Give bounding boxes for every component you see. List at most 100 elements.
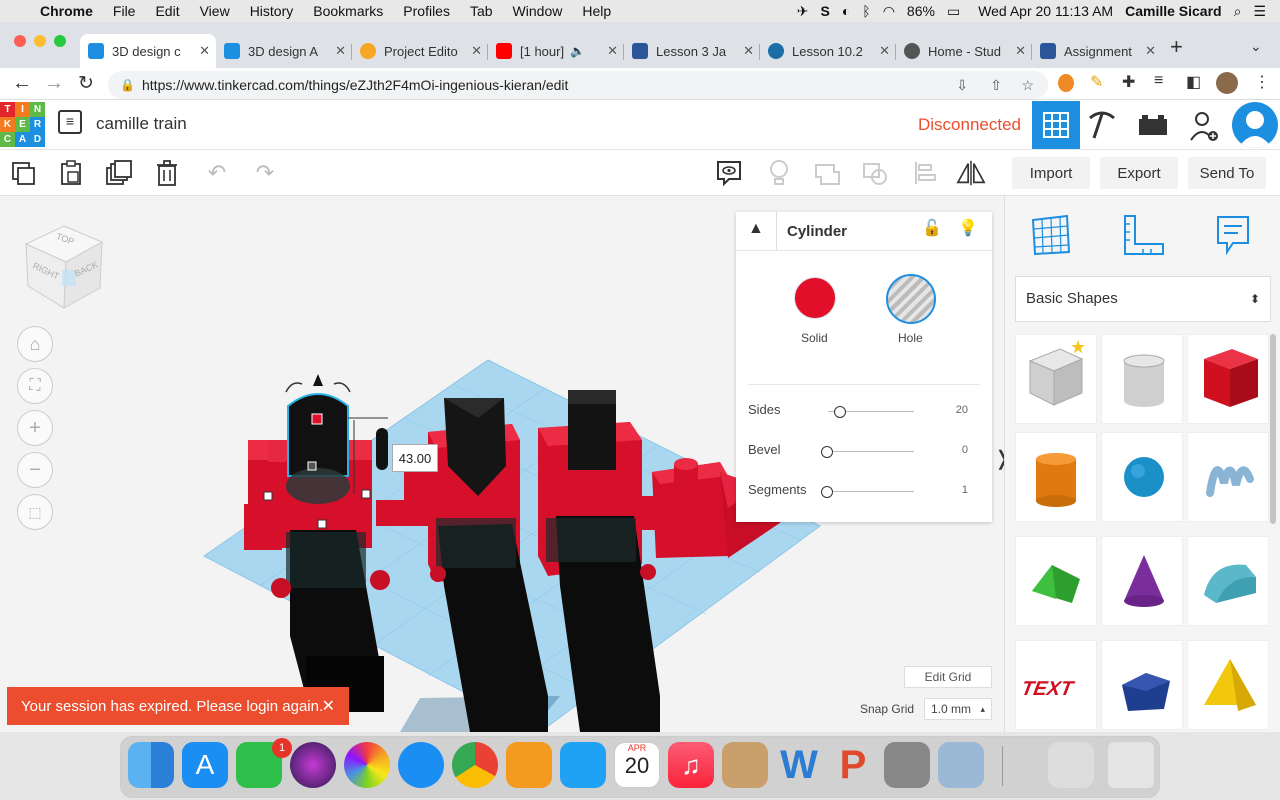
shape-scribble[interactable] — [1187, 432, 1269, 522]
menu-profiles[interactable]: Profiles — [403, 3, 450, 19]
align-button[interactable] — [910, 158, 940, 188]
rocket-icon[interactable]: ✈ — [797, 3, 809, 20]
reload-icon[interactable]: ↻ — [78, 72, 94, 95]
shape-box[interactable] — [1187, 334, 1269, 424]
show-hide-lightbulb-icon[interactable]: 💡 — [958, 218, 978, 238]
bookmark-star-icon[interactable]: ☆ — [1021, 71, 1034, 99]
word-icon[interactable]: W — [776, 742, 822, 788]
siri-icon[interactable] — [290, 742, 336, 788]
favorite-star-icon[interactable]: ★ — [1070, 337, 1086, 358]
redo-button[interactable]: ↷ — [250, 158, 280, 188]
mirror-button[interactable] — [956, 158, 986, 188]
tab-project-editor[interactable]: Project Edito ✕ — [352, 34, 488, 68]
3d-view-button[interactable] — [1032, 101, 1080, 149]
bevel-slider-knob[interactable] — [821, 446, 833, 458]
ortho-view-button[interactable]: ⬚ — [17, 494, 53, 530]
preview-icon[interactable] — [938, 742, 984, 788]
shape-pyramid[interactable] — [1187, 640, 1269, 730]
new-tab-button[interactable]: + — [1170, 34, 1183, 60]
notes-tool-button[interactable] — [1215, 214, 1253, 256]
spotlight-icon[interactable]: ⌕ — [1234, 3, 1242, 20]
profile-avatar[interactable] — [1216, 72, 1238, 94]
minimize-window-button[interactable] — [34, 35, 46, 47]
menu-help[interactable]: Help — [582, 3, 611, 19]
shape-category-select[interactable]: Basic Shapes ⬍ — [1015, 276, 1271, 322]
music-icon[interactable]: ♫ — [668, 742, 714, 788]
tab-lesson-10[interactable]: Lesson 10.2 ✕ — [760, 34, 896, 68]
shape-roof[interactable] — [1015, 536, 1097, 626]
wifi-icon[interactable]: ◠ — [883, 3, 895, 20]
menu-view[interactable]: View — [200, 3, 230, 19]
sides-slider-knob[interactable] — [834, 406, 846, 418]
show-all-button[interactable] — [764, 158, 794, 188]
bevel-value[interactable]: 0 — [962, 444, 968, 456]
blocks-button[interactable] — [1086, 110, 1122, 140]
toast-close-icon[interactable]: ✕ — [322, 696, 335, 716]
control-center-icon[interactable]: ☰ — [1253, 3, 1266, 20]
moon-icon[interactable]: ◐ — [842, 3, 850, 19]
shape-polygon[interactable] — [1101, 640, 1183, 730]
segments-param[interactable]: Segments 1 — [748, 482, 980, 502]
shape-cone[interactable] — [1101, 536, 1183, 626]
install-icon[interactable]: ⇩ — [956, 71, 968, 99]
lock-icon[interactable]: 🔒 — [120, 71, 135, 99]
collapse-inspector-icon[interactable]: ▲ — [748, 220, 764, 238]
reading-list-icon[interactable]: ≡ — [1154, 72, 1163, 90]
shape-cylinder-hole[interactable] — [1101, 334, 1183, 424]
export-button[interactable]: Export — [1100, 157, 1178, 189]
battery-icon[interactable]: ▭ — [947, 3, 960, 20]
design-list-icon[interactable]: ≡ — [58, 110, 82, 134]
close-tab-icon[interactable]: ✕ — [1145, 43, 1156, 59]
menu-bookmarks[interactable]: Bookmarks — [313, 3, 383, 19]
close-tab-icon[interactable]: ✕ — [1015, 43, 1026, 59]
trash-icon[interactable] — [1108, 742, 1154, 788]
close-tab-icon[interactable]: ✕ — [335, 43, 346, 59]
view-cube[interactable]: TOP RIGHT BACK — [22, 222, 106, 310]
lock-shape-icon[interactable]: 🔓 — [922, 218, 942, 238]
user-name[interactable]: Camille Sicard — [1125, 3, 1222, 19]
shape-sphere[interactable] — [1101, 432, 1183, 522]
bevel-param[interactable]: Bevel 0 — [748, 442, 980, 462]
workplane-tool-button[interactable] — [1029, 214, 1071, 256]
close-tab-icon[interactable]: ✕ — [743, 43, 754, 59]
shape-box-hole[interactable]: ★ — [1015, 334, 1097, 424]
segments-slider-track[interactable] — [828, 491, 914, 492]
powerpoint-icon[interactable]: P — [830, 742, 876, 788]
zoom-out-button[interactable]: − — [17, 452, 53, 488]
paste-button[interactable] — [56, 158, 86, 188]
hole-button[interactable] — [886, 274, 936, 324]
bricks-button[interactable] — [1138, 112, 1172, 138]
extension-icon[interactable] — [1058, 74, 1074, 92]
calendar-icon[interactable]: APR 20 — [614, 742, 660, 788]
ungroup-button[interactable] — [860, 158, 890, 188]
import-button[interactable]: Import — [1012, 157, 1090, 189]
battery-percent[interactable]: 86% — [907, 3, 935, 19]
menu-file[interactable]: File — [113, 3, 136, 19]
chrome-menu-icon[interactable]: ⋮ — [1254, 72, 1270, 92]
tab-3d-design-a[interactable]: 3D design A ✕ — [216, 34, 352, 68]
tab-search-chevron-icon[interactable]: ⌄ — [1250, 38, 1262, 55]
close-tab-icon[interactable]: ✕ — [607, 43, 618, 59]
menu-tab[interactable]: Tab — [470, 3, 493, 19]
solid-color-button[interactable] — [794, 277, 836, 319]
shape-text[interactable]: TEXT — [1015, 640, 1097, 730]
send-to-button[interactable]: Send To — [1188, 157, 1266, 189]
workspace-3d[interactable]: TOP RIGHT BACK ⌂ ⛶ + − ⬚ 43.00 ▲ Cylinde… — [0, 196, 1004, 732]
share-icon[interactable]: ⇧ — [990, 71, 1002, 99]
forward-arrow-icon[interactable]: → — [44, 72, 64, 95]
tab-lesson-3[interactable]: Lesson 3 Ja ✕ — [624, 34, 760, 68]
puzzle-icon[interactable]: ✚ — [1122, 72, 1135, 92]
segments-value[interactable]: 1 — [962, 484, 968, 496]
menu-edit[interactable]: Edit — [155, 3, 179, 19]
dimension-value-box[interactable]: 43.00 — [392, 444, 438, 472]
chrome-icon[interactable] — [452, 742, 498, 788]
close-tab-icon[interactable]: ✕ — [199, 43, 210, 59]
photos-icon[interactable] — [344, 742, 390, 788]
app-store-icon[interactable]: A — [182, 742, 228, 788]
home-view-button[interactable]: ⌂ — [17, 326, 53, 362]
zoom-in-button[interactable]: + — [17, 410, 53, 446]
bevel-slider-track[interactable] — [828, 451, 914, 452]
group-button[interactable] — [812, 158, 842, 188]
segments-slider-knob[interactable] — [821, 486, 833, 498]
system-preferences-icon[interactable] — [884, 742, 930, 788]
